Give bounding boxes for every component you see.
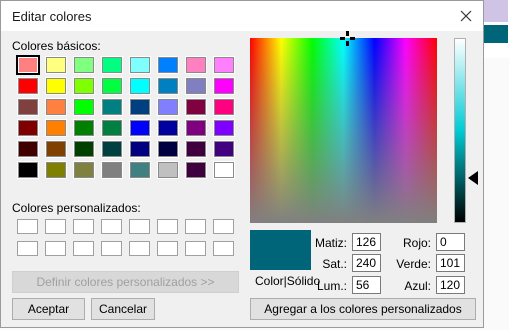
basic-color-swatch[interactable] xyxy=(213,140,235,158)
basic-color-swatch[interactable] xyxy=(73,119,95,137)
basic-color-swatch[interactable] xyxy=(129,56,151,74)
custom-color-swatch[interactable] xyxy=(213,241,234,256)
basic-color-swatch[interactable] xyxy=(16,55,40,75)
add-to-custom-colors-button[interactable]: Agregar a los colores personalizados xyxy=(250,298,476,320)
luminosity-bar[interactable] xyxy=(454,38,466,223)
accept-button[interactable]: Aceptar xyxy=(12,298,85,320)
hue-label: Matiz: xyxy=(314,236,347,250)
basic-color-swatch[interactable] xyxy=(17,140,39,158)
custom-colors-label: Colores personalizados: xyxy=(12,201,141,215)
basic-color-swatch[interactable] xyxy=(73,140,95,158)
blue-field[interactable]: 120 xyxy=(436,276,465,294)
green-field[interactable]: 101 xyxy=(436,254,465,272)
basic-colors-label: Colores básicos: xyxy=(12,39,101,53)
basic-color-swatch[interactable] xyxy=(157,140,179,158)
basic-color-swatch[interactable] xyxy=(185,56,207,74)
background-swatch-teal xyxy=(484,25,508,43)
basic-color-swatch[interactable] xyxy=(157,77,179,95)
basic-color-swatch[interactable] xyxy=(101,140,123,158)
basic-color-swatch[interactable] xyxy=(73,77,95,95)
basic-color-swatch[interactable] xyxy=(101,56,123,74)
color-solid-label: Color|Sólido xyxy=(255,274,321,288)
basic-color-swatch[interactable] xyxy=(185,77,207,95)
basic-color-swatch[interactable] xyxy=(157,161,179,179)
triangle-left-icon[interactable] xyxy=(468,171,478,185)
custom-color-swatch[interactable] xyxy=(185,241,206,256)
red-label: Rojo: xyxy=(402,236,431,250)
basic-color-swatch[interactable] xyxy=(129,161,151,179)
basic-color-swatch[interactable] xyxy=(185,98,207,116)
custom-color-swatch[interactable] xyxy=(17,241,38,256)
basic-color-swatch[interactable] xyxy=(129,98,151,116)
custom-color-swatch[interactable] xyxy=(129,241,150,256)
basic-color-swatch[interactable] xyxy=(213,77,235,95)
title-bar: Editar colores xyxy=(1,1,483,31)
custom-color-swatch[interactable] xyxy=(73,241,94,256)
basic-color-swatch[interactable] xyxy=(45,119,67,137)
background-swatch-lavender xyxy=(484,0,508,22)
cancel-button[interactable]: Cancelar xyxy=(91,298,155,320)
hue-field[interactable]: 126 xyxy=(352,233,381,251)
close-button[interactable] xyxy=(449,1,483,31)
custom-color-swatch[interactable] xyxy=(17,219,38,234)
basic-color-swatch[interactable] xyxy=(101,119,123,137)
custom-color-swatch[interactable] xyxy=(157,219,178,234)
custom-color-swatch[interactable] xyxy=(185,219,206,234)
basic-color-swatch[interactable] xyxy=(45,161,67,179)
basic-color-swatch[interactable] xyxy=(73,161,95,179)
basic-color-swatch[interactable] xyxy=(129,77,151,95)
basic-color-swatch[interactable] xyxy=(101,98,123,116)
basic-color-swatch[interactable] xyxy=(157,119,179,137)
basic-color-swatch[interactable] xyxy=(17,98,39,116)
basic-color-swatch[interactable] xyxy=(101,77,123,95)
custom-color-swatch[interactable] xyxy=(45,219,66,234)
red-field[interactable]: 0 xyxy=(436,233,465,251)
color-preview xyxy=(250,230,311,270)
custom-color-swatch[interactable] xyxy=(45,241,66,256)
sat-label: Sat.: xyxy=(322,257,347,271)
basic-color-swatch[interactable] xyxy=(45,140,67,158)
crosshair-icon xyxy=(340,31,355,46)
basic-color-swatch[interactable] xyxy=(101,161,123,179)
close-icon xyxy=(460,10,472,22)
custom-color-swatch[interactable] xyxy=(73,219,94,234)
green-label: Verde: xyxy=(396,257,431,271)
custom-color-swatch[interactable] xyxy=(101,241,122,256)
basic-color-swatch[interactable] xyxy=(213,119,235,137)
basic-color-swatch[interactable] xyxy=(213,56,235,74)
lum-label: Lum.: xyxy=(316,279,347,293)
basic-color-swatch[interactable] xyxy=(45,56,67,74)
basic-color-swatch[interactable] xyxy=(157,56,179,74)
blue-label: Azul: xyxy=(404,279,431,293)
basic-color-swatch[interactable] xyxy=(129,119,151,137)
basic-color-swatch[interactable] xyxy=(17,119,39,137)
define-custom-colors-button[interactable]: Definir colores personalizados >> xyxy=(12,271,239,293)
custom-color-swatch[interactable] xyxy=(213,219,234,234)
edit-colors-dialog: Editar colores Colores básicos: Colores … xyxy=(0,0,484,328)
basic-color-swatch[interactable] xyxy=(73,56,95,74)
custom-color-swatch[interactable] xyxy=(129,219,150,234)
sat-field[interactable]: 240 xyxy=(352,254,381,272)
basic-color-swatch[interactable] xyxy=(185,140,207,158)
color-spectrum[interactable] xyxy=(250,31,437,223)
custom-color-swatch[interactable] xyxy=(101,219,122,234)
background-window xyxy=(484,0,509,58)
basic-color-swatch[interactable] xyxy=(213,98,235,116)
basic-color-swatch[interactable] xyxy=(45,98,67,116)
dialog-title: Editar colores xyxy=(12,9,92,24)
basic-color-swatch[interactable] xyxy=(73,98,95,116)
basic-color-swatch[interactable] xyxy=(185,161,207,179)
basic-color-swatch[interactable] xyxy=(45,77,67,95)
lum-field[interactable]: 56 xyxy=(352,276,381,294)
basic-color-swatch[interactable] xyxy=(213,161,235,179)
basic-color-swatch[interactable] xyxy=(17,77,39,95)
basic-color-swatch[interactable] xyxy=(157,98,179,116)
basic-color-swatch[interactable] xyxy=(129,140,151,158)
basic-color-swatch[interactable] xyxy=(17,161,39,179)
custom-color-swatch[interactable] xyxy=(157,241,178,256)
basic-color-swatch[interactable] xyxy=(185,119,207,137)
